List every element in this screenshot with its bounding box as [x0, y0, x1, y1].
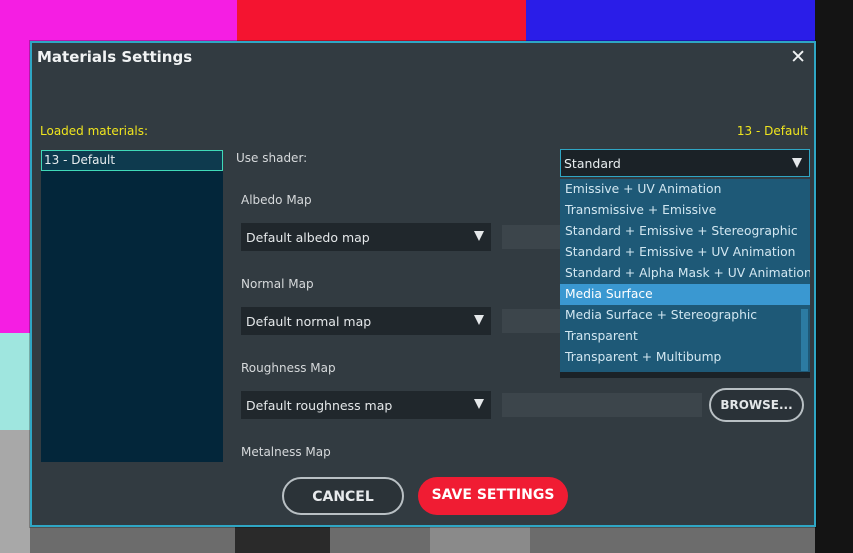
shader-options-menu[interactable]: Emissive + UV Animation Transmissive + E…: [560, 179, 810, 378]
background-white-strip: [815, 0, 853, 553]
roughness-map-path-field[interactable]: [502, 393, 702, 417]
shader-value: Standard: [564, 156, 621, 171]
roughness-map-dropdown[interactable]: Default roughness map: [241, 391, 491, 419]
dialog-title: Materials Settings: [37, 48, 193, 66]
close-icon[interactable]: ✕: [790, 46, 806, 68]
background-gray-bar: [0, 430, 30, 553]
chevron-down-icon: [792, 158, 802, 168]
list-item-material[interactable]: 13 - Default: [41, 150, 223, 171]
albedo-map-dropdown[interactable]: Default albedo map: [241, 223, 491, 251]
save-settings-button[interactable]: SAVE SETTINGS: [418, 477, 568, 515]
background-bottom-light: [430, 527, 530, 553]
shader-option[interactable]: Standard + Emissive + UV Animation: [560, 242, 810, 263]
chevron-down-icon: [474, 315, 484, 325]
shader-option[interactable]: Emissive + UV Animation: [560, 179, 810, 200]
background-bottom-bar: [30, 527, 815, 553]
background-bottom-dark: [235, 527, 330, 553]
normal-map-value: Default normal map: [246, 314, 372, 329]
shader-option[interactable]: Transparent: [560, 326, 810, 347]
shader-option[interactable]: Standard + Alpha Mask + UV Animation: [560, 263, 810, 284]
shader-option-highlighted[interactable]: Media Surface: [560, 284, 810, 305]
menu-bottom-edge: [560, 372, 810, 378]
albedo-map-value: Default albedo map: [246, 230, 370, 245]
roughness-map-label: Roughness Map: [241, 361, 336, 375]
normal-map-path-field[interactable]: [502, 309, 562, 333]
metalness-map-label: Metalness Map: [241, 445, 331, 459]
shader-option[interactable]: Standard + Emissive + Stereographic: [560, 221, 810, 242]
normal-map-dropdown[interactable]: Default normal map: [241, 307, 491, 335]
chevron-down-icon: [474, 399, 484, 409]
background-red-bar: [237, 0, 526, 45]
shader-option[interactable]: Transparent + Multibump: [560, 347, 810, 368]
current-material-label: 13 - Default: [736, 124, 808, 138]
albedo-map-path-field[interactable]: [502, 225, 562, 249]
use-shader-label: Use shader:: [236, 151, 308, 165]
roughness-map-value: Default roughness map: [246, 398, 393, 413]
menu-scrollbar[interactable]: [801, 309, 808, 371]
cancel-button[interactable]: CANCEL: [282, 477, 404, 515]
background-blue-bar: [526, 0, 815, 45]
materials-settings-dialog: Materials Settings ✕ Loaded materials: 1…: [30, 41, 816, 527]
chevron-down-icon: [474, 231, 484, 241]
shader-option[interactable]: Transmissive + Emissive: [560, 200, 810, 221]
loaded-materials-label: Loaded materials:: [40, 124, 148, 138]
albedo-map-label: Albedo Map: [241, 193, 312, 207]
materials-list[interactable]: 13 - Default: [41, 150, 223, 462]
shader-dropdown[interactable]: Standard: [560, 149, 810, 177]
browse-button[interactable]: BROWSE...: [709, 388, 804, 422]
shader-option[interactable]: Media Surface + Stereographic: [560, 305, 810, 326]
normal-map-label: Normal Map: [241, 277, 314, 291]
background-cyan-bar: [0, 333, 30, 430]
